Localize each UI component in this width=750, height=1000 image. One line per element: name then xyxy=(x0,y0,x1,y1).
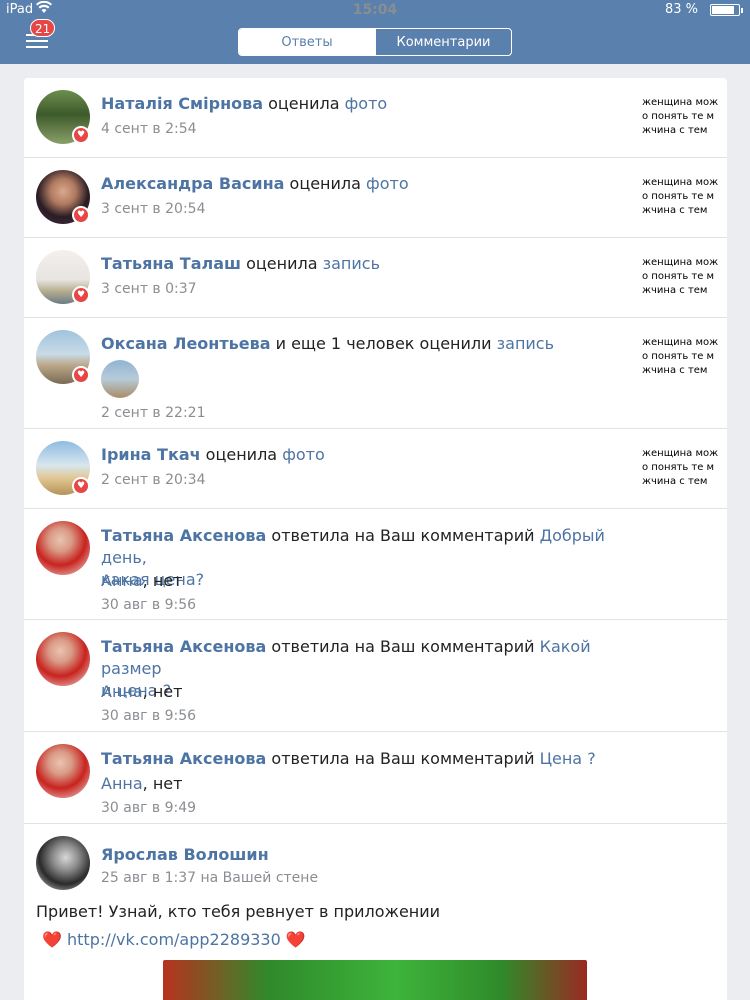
heart-emoji-icon: ❤️ xyxy=(42,930,62,949)
tab-comments[interactable]: Комментарии xyxy=(375,29,511,55)
reply-text: , нет xyxy=(142,571,183,590)
action-text: оценила xyxy=(241,254,323,273)
avatar[interactable] xyxy=(36,836,90,890)
avatar[interactable] xyxy=(36,521,90,575)
user-name[interactable]: Ірина Ткач xyxy=(101,445,201,464)
user-name[interactable]: Татьяна Талаш xyxy=(101,254,241,273)
action-text: и еще 1 человек оценили xyxy=(270,334,497,353)
heart-icon: ♥ xyxy=(72,206,90,224)
post-thumbnail[interactable]: женщина мож о понять те м жчина с тем xyxy=(642,336,727,378)
heart-icon: ♥ xyxy=(72,366,90,384)
post-image[interactable] xyxy=(163,960,587,1000)
timestamp: 3 сент в 0:37 xyxy=(101,281,197,297)
post-thumbnail[interactable]: женщина мож о понять те м жчина с тем xyxy=(642,176,727,218)
reply-to-name[interactable]: Анна xyxy=(101,682,143,701)
notifications-list: ♥ Наталія Смірнова оценила фото 4 сент в… xyxy=(24,78,727,1000)
reply-text: , нет xyxy=(142,774,183,793)
reply-to-name[interactable]: Анна xyxy=(101,571,143,590)
timestamp: 30 авг в 9:56 xyxy=(101,597,197,613)
user-name[interactable]: Ярослав Волошин xyxy=(101,845,269,864)
target-link[interactable]: фото xyxy=(366,174,409,193)
timestamp: 25 авг в 1:37 на Вашей стене xyxy=(101,870,319,886)
action-text: оценила xyxy=(284,174,367,193)
status-bar: iPad 15:04 83 % xyxy=(0,0,750,20)
second-liker-avatar[interactable] xyxy=(101,360,139,398)
list-item[interactable]: ♥ Александра Васина оценила фото 3 сент … xyxy=(24,158,727,238)
reply-to-name[interactable]: Анна xyxy=(101,774,143,793)
target-link[interactable]: фото xyxy=(345,94,388,113)
timestamp: 3 сент в 20:54 xyxy=(101,201,206,217)
heart-icon: ♥ xyxy=(72,126,90,144)
timestamp: 30 авг в 9:56 xyxy=(101,708,197,724)
list-item[interactable]: Татьяна Аксенова ответила на Ваш коммент… xyxy=(24,732,727,824)
user-name[interactable]: Александра Васина xyxy=(101,174,284,193)
target-link[interactable]: запись xyxy=(323,254,380,273)
battery-percent: 83 % xyxy=(664,2,698,17)
heart-emoji-icon: ❤️ xyxy=(285,930,306,949)
post-text: Привет! Узнай, кто тебя ревнует в прилож… xyxy=(36,902,441,921)
action-text: оценила xyxy=(263,94,345,113)
list-item[interactable]: Татьяна Аксенова ответила на Ваш коммент… xyxy=(24,509,727,620)
avatar[interactable] xyxy=(36,632,90,686)
action-text: ответила на Ваш комментарий xyxy=(266,637,540,656)
app-link[interactable]: http://vk.com/app2289330 xyxy=(67,930,281,949)
action-text: ответила на Ваш комментарий xyxy=(266,526,540,545)
user-name[interactable]: Оксана Леонтьева xyxy=(101,334,271,353)
battery-icon xyxy=(710,4,743,16)
timestamp: 2 сент в 22:21 xyxy=(101,405,206,421)
post-thumbnail[interactable]: женщина мож о понять те м жчина с тем xyxy=(642,256,727,298)
avatar[interactable] xyxy=(36,744,90,798)
target-link[interactable]: Цена ? xyxy=(540,749,596,768)
list-item[interactable]: ♥ Татьяна Талаш оценила запись 3 сент в … xyxy=(24,238,727,318)
action-text: оценила xyxy=(200,445,283,464)
target-link[interactable]: запись xyxy=(497,334,554,353)
list-item[interactable]: Татьяна Аксенова ответила на Ваш коммент… xyxy=(24,620,727,732)
notification-badge: 21 xyxy=(30,19,56,37)
list-item[interactable]: ♥ Ірина Ткач оценила фото 2 сент в 20:34… xyxy=(24,429,727,509)
top-bar: iPad 15:04 83 % 21 Ответы Комментарии xyxy=(0,0,750,64)
list-item[interactable]: ♥ Оксана Леонтьева и еще 1 человек оцени… xyxy=(24,318,727,429)
heart-icon: ♥ xyxy=(72,477,90,495)
segmented-control: Ответы Комментарии xyxy=(238,28,512,56)
target-link[interactable]: фото xyxy=(282,445,325,464)
post-thumbnail[interactable]: женщина мож о понять те м жчина с тем xyxy=(642,96,727,138)
post-thumbnail[interactable]: женщина мож о понять те м жчина с тем xyxy=(642,447,727,489)
reply-text: , нет xyxy=(142,682,183,701)
tab-answers[interactable]: Ответы xyxy=(239,29,375,55)
action-text: ответила на Ваш комментарий xyxy=(266,749,540,768)
timestamp: 4 сент в 2:54 xyxy=(101,121,197,137)
timestamp: 2 сент в 20:34 xyxy=(101,472,206,488)
clock: 15:04 xyxy=(352,2,398,18)
list-item[interactable]: ♥ Наталія Смірнова оценила фото 4 сент в… xyxy=(24,78,727,158)
heart-icon: ♥ xyxy=(72,286,90,304)
user-name[interactable]: Татьяна Аксенова xyxy=(101,637,266,656)
user-name[interactable]: Татьяна Аксенова xyxy=(101,526,266,545)
timestamp: 30 авг в 9:49 xyxy=(101,800,197,816)
user-name[interactable]: Наталія Смірнова xyxy=(101,94,263,113)
user-name[interactable]: Татьяна Аксенова xyxy=(101,749,266,768)
